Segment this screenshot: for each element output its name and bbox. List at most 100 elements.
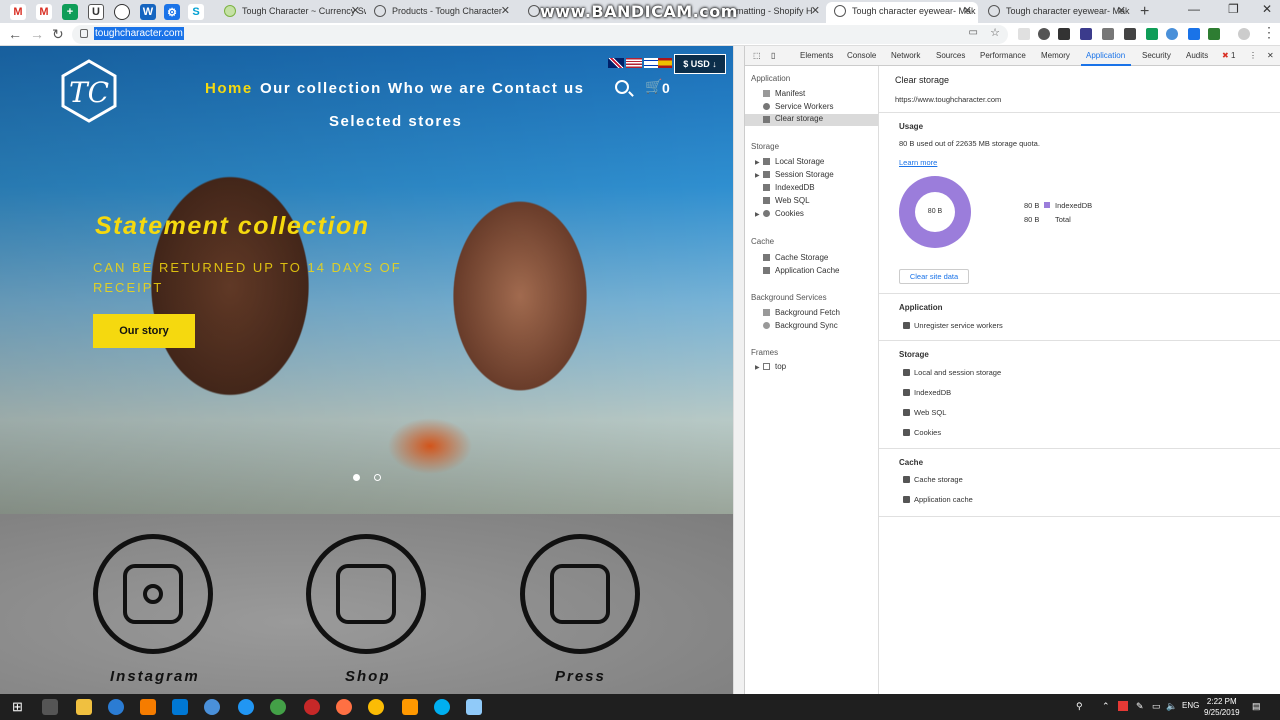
error-count[interactable]: 1: [1231, 51, 1235, 60]
close-icon[interactable]: ✕: [351, 2, 360, 21]
extension-icon[interactable]: [1146, 28, 1158, 40]
network-icon[interactable]: ▭: [1152, 701, 1161, 712]
close-icon[interactable]: ✕: [963, 2, 972, 21]
sidebar-item-indexeddb[interactable]: IndexedDB: [775, 183, 815, 192]
new-tab-button[interactable]: +: [1140, 3, 1149, 21]
notepad-icon[interactable]: [466, 699, 482, 715]
restore-icon[interactable]: ❐: [1228, 2, 1239, 16]
nav-selected-stores[interactable]: Selected stores: [329, 113, 462, 130]
extension-icon[interactable]: [1058, 28, 1070, 40]
extension-icon[interactable]: [1018, 28, 1030, 40]
sidebar-item-web-sql[interactable]: Web SQL: [775, 196, 810, 205]
skype-icon[interactable]: [434, 699, 450, 715]
app-icon[interactable]: [238, 699, 254, 715]
app-icon[interactable]: [204, 699, 220, 715]
browser-tab[interactable]: Tough character eyewear- Mak ✕: [980, 2, 1132, 23]
profile-avatar[interactable]: [1238, 28, 1250, 40]
code-icon[interactable]: [1102, 28, 1114, 40]
tab-application[interactable]: Application: [1086, 51, 1125, 60]
sidebar-item-session-storage[interactable]: Session Storage: [775, 170, 834, 179]
application-cache-checkbox[interactable]: [903, 496, 910, 503]
sidebar-item-manifest[interactable]: Manifest: [775, 89, 805, 98]
forward-icon[interactable]: →: [30, 26, 44, 42]
device-toggle-icon[interactable]: ▯: [771, 51, 775, 60]
extension-icon[interactable]: [1166, 28, 1178, 40]
expand-arrow-icon[interactable]: ▶: [755, 159, 760, 166]
local-session-checkbox[interactable]: [903, 369, 910, 376]
tab-console[interactable]: Console: [847, 51, 876, 60]
browser-tab-active[interactable]: Tough character eyewear- Mak ✕: [826, 2, 978, 23]
search-icon[interactable]: [615, 80, 629, 94]
learn-more-link[interactable]: Learn more: [899, 158, 937, 167]
devtools-menu-icon[interactable]: ⋮: [1249, 51, 1257, 60]
expand-arrow-icon[interactable]: ▶: [755, 172, 760, 179]
people-icon[interactable]: ⚲: [1076, 701, 1083, 712]
gmail-icon[interactable]: M: [36, 4, 52, 20]
bookmark-star-icon[interactable]: ☆: [990, 26, 1000, 39]
slider-dot-active[interactable]: [353, 474, 360, 481]
error-icon[interactable]: ✖: [1222, 51, 1229, 60]
cart-icon[interactable]: 🛒: [645, 78, 662, 95]
tab-elements[interactable]: Elements: [800, 51, 833, 60]
shield-icon[interactable]: [1208, 28, 1220, 40]
reload-icon[interactable]: ↻: [52, 26, 64, 43]
sidebar-item-cache-storage[interactable]: Cache Storage: [775, 253, 828, 262]
task-view-icon[interactable]: [42, 699, 58, 715]
sidebar-item-top-frame[interactable]: top: [775, 362, 786, 371]
close-icon[interactable]: ✕: [501, 2, 510, 21]
system-clock[interactable]: 2:22 PM 9/25/2019: [1204, 696, 1240, 718]
sidebar-item-cookies[interactable]: Cookies: [775, 209, 804, 218]
volume-icon[interactable]: 🔈: [1166, 701, 1177, 712]
chrome-icon[interactable]: [368, 699, 384, 715]
app-icon[interactable]: W: [140, 4, 156, 20]
tab-audits[interactable]: Audits: [1186, 51, 1208, 60]
cache-storage-checkbox[interactable]: [903, 476, 910, 483]
expand-arrow-icon[interactable]: ▶: [755, 364, 760, 371]
brand-logo[interactable]: TC: [56, 58, 122, 124]
nav-our-collection[interactable]: Our collection: [260, 80, 382, 97]
vscode-icon[interactable]: [172, 699, 188, 715]
extension-icon[interactable]: [1124, 28, 1136, 40]
press-link[interactable]: [520, 534, 640, 654]
file-explorer-icon[interactable]: [76, 699, 92, 715]
minimize-icon[interactable]: —: [1188, 2, 1200, 16]
currency-selector[interactable]: $ USD ↓: [674, 54, 726, 74]
tab-security[interactable]: Security: [1142, 51, 1171, 60]
globe-icon[interactable]: [114, 4, 130, 20]
sheets-icon[interactable]: +: [62, 4, 78, 20]
nav-home[interactable]: Home: [205, 80, 253, 97]
tab-network[interactable]: Network: [891, 51, 920, 60]
menu-icon[interactable]: ⋮: [1262, 24, 1276, 41]
close-window-icon[interactable]: ✕: [1262, 2, 1272, 16]
tab-performance[interactable]: Performance: [980, 51, 1026, 60]
indexeddb-checkbox[interactable]: [903, 389, 910, 396]
url-text[interactable]: toughcharacter.com: [94, 27, 184, 40]
extension-icon[interactable]: [1080, 28, 1092, 40]
expand-arrow-icon[interactable]: ▶: [755, 211, 760, 218]
pen-icon[interactable]: ✎: [1136, 701, 1144, 712]
instagram-label[interactable]: Instagram: [110, 668, 200, 685]
clear-site-data-button[interactable]: Clear site data: [899, 269, 969, 284]
extension-icon[interactable]: [1038, 28, 1050, 40]
sidebar-item-background-fetch[interactable]: Background Fetch: [775, 308, 840, 317]
uk-flag-icon[interactable]: [608, 58, 624, 68]
tab-memory[interactable]: Memory: [1041, 51, 1070, 60]
page-scrollbar[interactable]: [733, 46, 744, 694]
press-label[interactable]: Press: [555, 668, 606, 685]
devtools-close-icon[interactable]: ✕: [1267, 51, 1274, 60]
app-icon[interactable]: [140, 699, 156, 715]
notification-icon[interactable]: ▤: [1252, 701, 1261, 712]
us-flag-icon[interactable]: [626, 58, 642, 68]
shop-link[interactable]: [306, 534, 426, 654]
address-bar[interactable]: toughcharacter.com ▭ ☆: [72, 25, 1008, 44]
cookies-checkbox[interactable]: [903, 429, 910, 436]
browser-tab[interactable]: Tough Character ~ Currency Sw ✕: [216, 2, 366, 23]
shopify-s-icon[interactable]: S: [188, 4, 204, 20]
language-indicator[interactable]: ENG: [1182, 701, 1199, 710]
shield-icon[interactable]: U: [88, 4, 104, 20]
inspect-icon[interactable]: ⬚: [753, 51, 761, 60]
tab-sources[interactable]: Sources: [936, 51, 965, 60]
instagram-link[interactable]: [93, 534, 213, 654]
sidebar-item-service-workers[interactable]: Service Workers: [775, 102, 834, 111]
our-story-button[interactable]: Our story: [93, 314, 195, 348]
